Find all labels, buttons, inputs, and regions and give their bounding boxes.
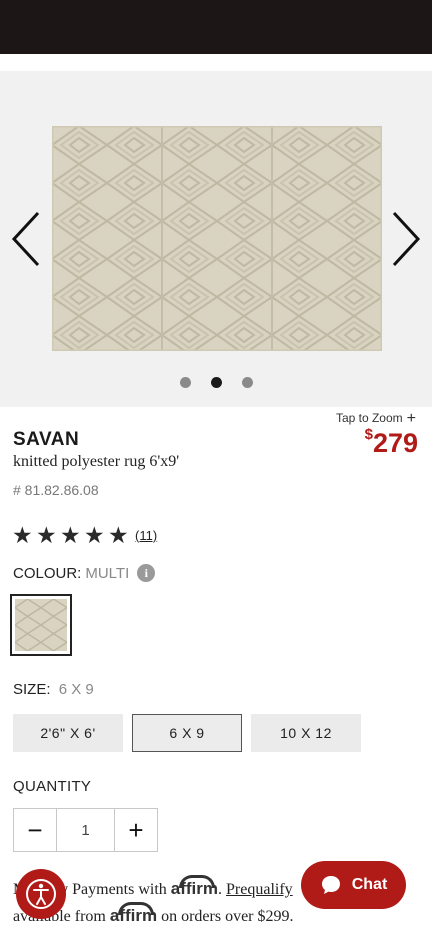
next-image-chevron-icon[interactable]	[386, 209, 426, 269]
star-icon: ★	[60, 522, 81, 548]
quantity-decrease-button[interactable]: −	[14, 809, 56, 851]
plus-icon: +	[406, 410, 416, 427]
affirm-logo: affirm	[170, 879, 219, 898]
gallery-dot-2[interactable]	[210, 377, 222, 388]
affirm-orders-text: on orders over $299.	[161, 908, 294, 925]
chat-bubble-icon	[320, 874, 342, 896]
gallery-pagination-dots	[0, 377, 432, 389]
star-icon: ★	[84, 522, 105, 548]
rug-product-image[interactable]	[52, 126, 382, 351]
previous-image-chevron-icon[interactable]	[6, 209, 46, 269]
gallery-dot-1[interactable]	[179, 377, 191, 388]
quantity-label: QUANTITY	[13, 778, 92, 795]
colour-selector: COLOUR: MULTI i	[13, 564, 156, 582]
size-value: 6 X 9	[58, 681, 94, 698]
size-selector: SIZE: 6 X 9	[13, 681, 94, 698]
affirm-logo-2: affirm	[109, 906, 158, 925]
size-label: SIZE:	[13, 681, 51, 698]
chat-label: Chat	[351, 876, 388, 893]
star-icon: ★	[12, 522, 33, 548]
size-options: 2'6" X 6' 6 X 9 10 X 12	[13, 714, 370, 752]
tap-to-zoom-label: Tap to Zoom	[335, 411, 403, 425]
prequalify-link[interactable]: Prequalify	[226, 881, 293, 898]
price-amount: 279	[372, 428, 418, 458]
star-icon: ★	[108, 522, 129, 548]
product-rating[interactable]: ★ ★ ★ ★ ★ (11)	[12, 522, 157, 548]
colour-swatch-multi[interactable]	[10, 594, 72, 656]
price-currency: $	[364, 426, 373, 443]
size-option-2-6x6[interactable]: 2'6" X 6'	[13, 714, 123, 752]
swatch-rug-thumbnail	[15, 599, 67, 651]
rating-stars: ★ ★ ★ ★ ★	[12, 522, 132, 548]
size-option-6x9[interactable]: 6 X 9	[132, 714, 242, 752]
product-sku: # 81.82.86.08	[13, 482, 99, 498]
info-icon[interactable]: i	[137, 564, 156, 582]
quantity-input[interactable]	[56, 809, 115, 851]
chat-button[interactable]: Chat	[301, 861, 406, 909]
product-price: $279	[365, 426, 418, 459]
accessibility-icon	[26, 879, 56, 909]
quantity-stepper: − +	[13, 808, 158, 852]
star-icon: ★	[36, 522, 57, 548]
product-brand: SAVAN	[13, 429, 80, 450]
product-image-gallery[interactable]	[0, 71, 432, 407]
affirm-period: .	[218, 881, 223, 898]
gallery-dot-3[interactable]	[241, 377, 253, 388]
colour-label: COLOUR:	[13, 564, 82, 582]
quantity-increase-button[interactable]: +	[115, 809, 157, 851]
product-name: knitted polyester rug 6'x9'	[13, 453, 180, 470]
size-option-10x12[interactable]: 10 X 12	[251, 714, 361, 752]
colour-value: MULTI	[85, 564, 130, 582]
top-navigation-bar	[0, 0, 432, 54]
reviews-count-link[interactable]: (11)	[135, 528, 157, 543]
accessibility-button[interactable]	[16, 869, 66, 919]
